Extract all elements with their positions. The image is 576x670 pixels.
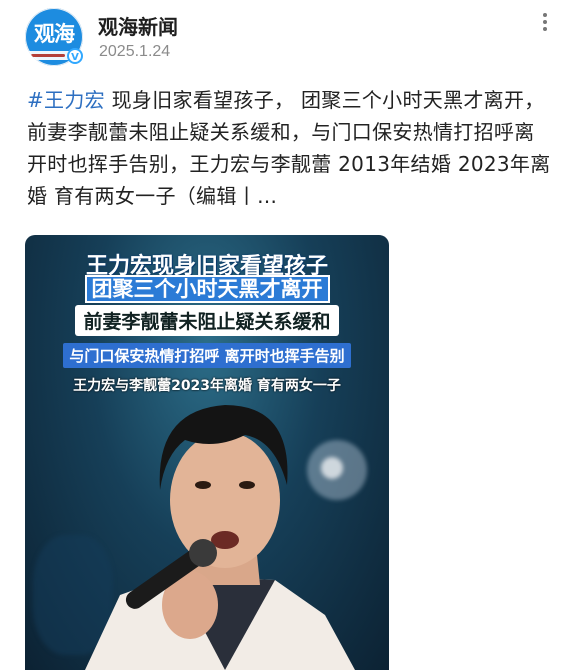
post-date: 2025.1.24	[99, 43, 171, 60]
video-caption-4: 与门口保安热情打招呼 离开时也挥手告别	[25, 343, 389, 368]
verified-icon: V	[67, 48, 83, 64]
post-body-text: #王力宏 现身旧家看望孩子， 团聚三个小时天黑才离开，前妻李靓蕾未阻止疑关系缓和…	[27, 84, 552, 212]
hashtag-link[interactable]: #王力宏	[27, 88, 105, 112]
video-caption-4-text: 与门口保安热情打招呼 离开时也挥手告别	[63, 343, 351, 368]
more-vertical-icon[interactable]	[535, 10, 555, 36]
avatar-logo-text: 观海	[34, 22, 75, 46]
video-caption-2-text: 团聚三个小时天黑才离开	[86, 277, 328, 301]
video-caption-5: 王力宏与李靓蕾2023年离婚 育有两女一子	[73, 378, 341, 394]
author-name[interactable]: 观海新闻	[98, 11, 178, 40]
post-media-video[interactable]: 王力宏现身旧家看望孩子 团聚三个小时天黑才离开 前妻李靓蕾未阻止疑关系缓和 与门…	[25, 235, 389, 670]
post-body-content: 现身旧家看望孩子， 团聚三个小时天黑才离开，前妻李靓蕾未阻止疑关系缓和，与门口保…	[27, 88, 551, 208]
post-header: 观海 V 观海新闻 2025.1.24	[0, 0, 576, 74]
video-caption-2: 团聚三个小时天黑才离开	[25, 273, 389, 303]
video-caption-3-text: 前妻李靓蕾未阻止疑关系缓和	[75, 305, 339, 336]
video-caption-3: 前妻李靓蕾未阻止疑关系缓和	[25, 305, 389, 336]
